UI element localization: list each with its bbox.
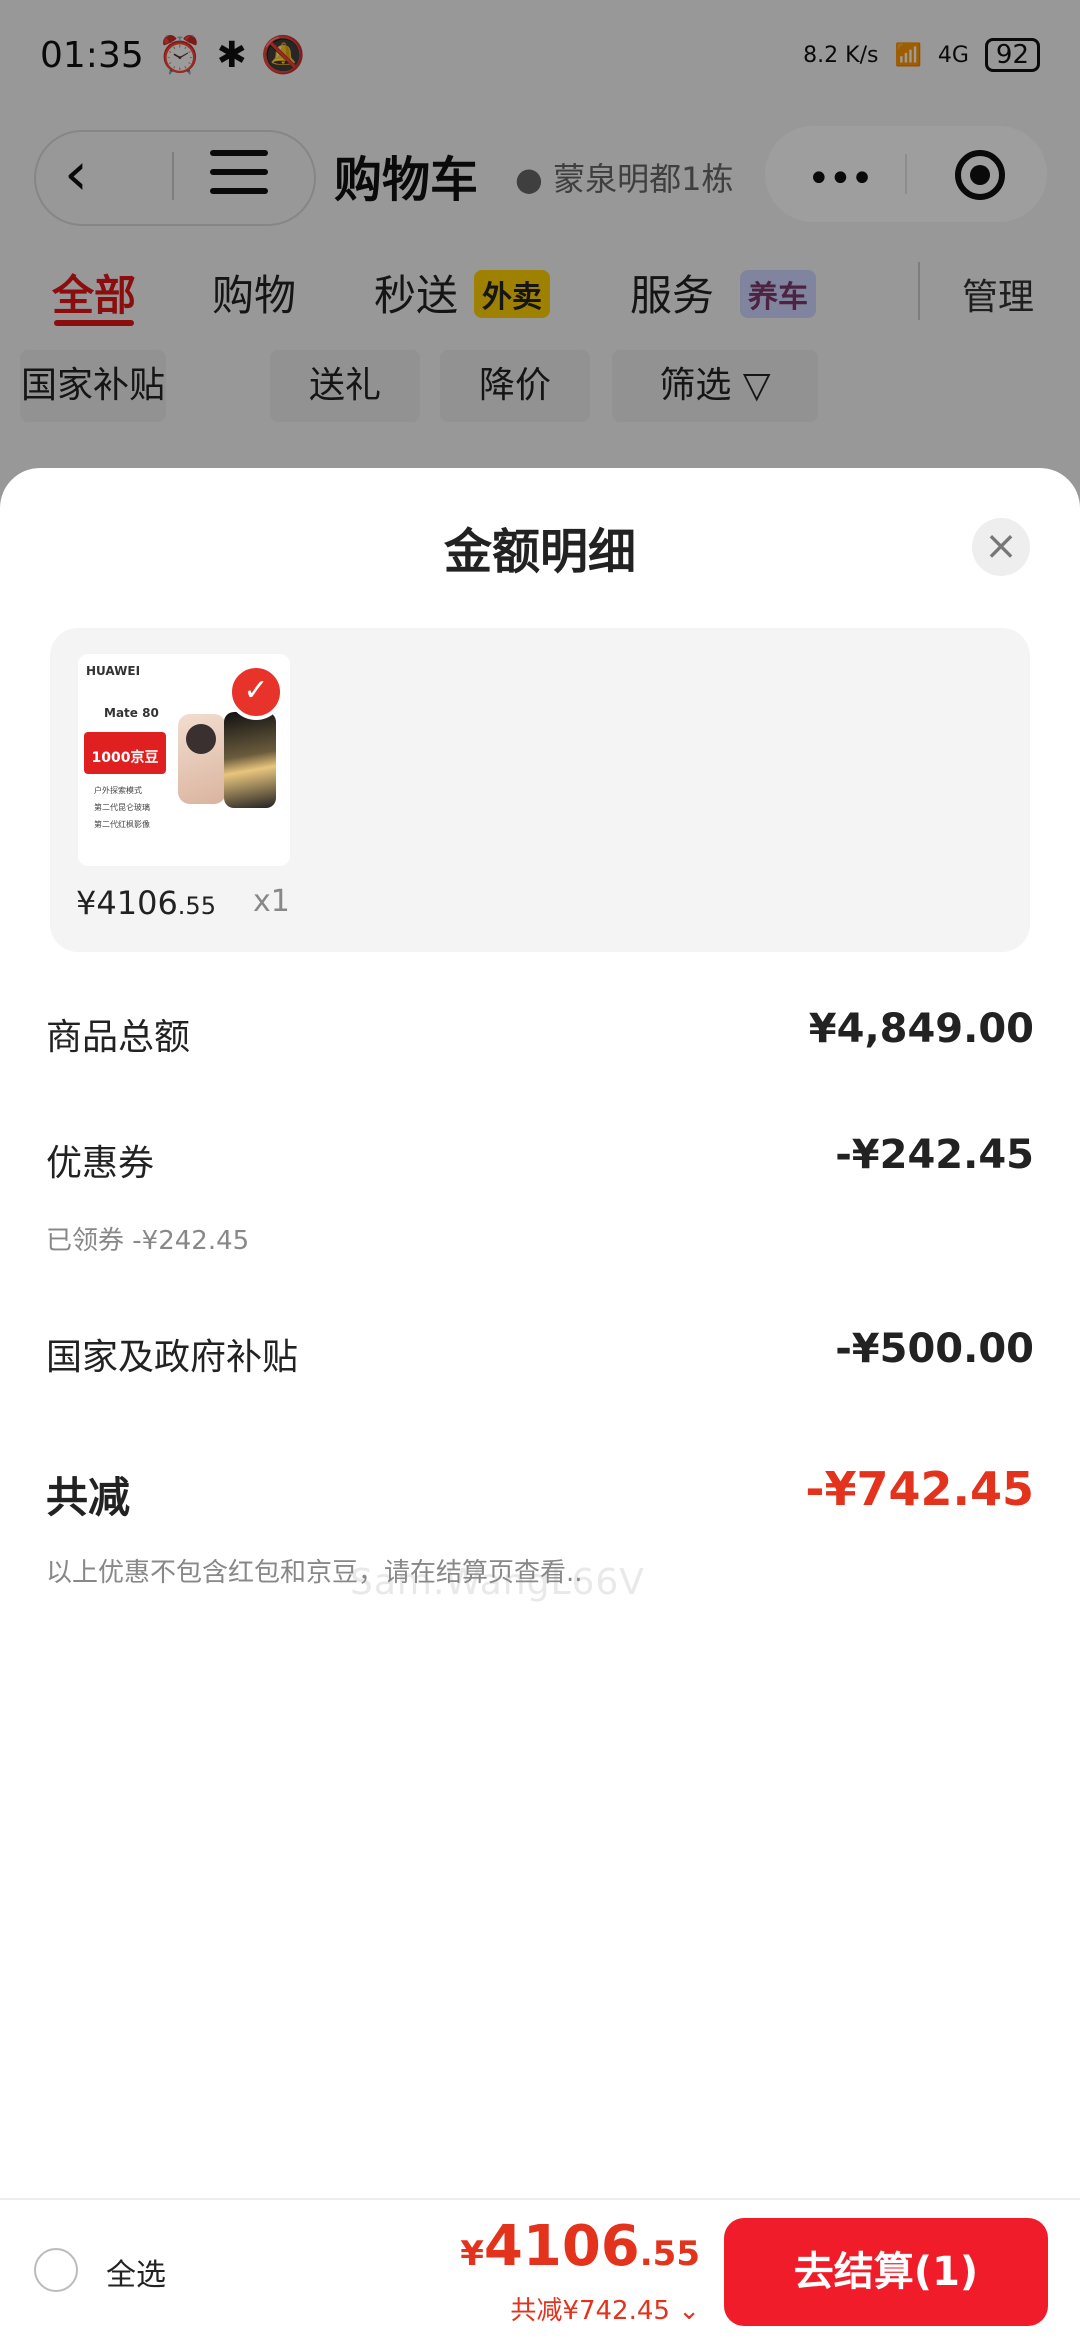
coupon-value: -¥242.45 (835, 1132, 1034, 1178)
product-feature: 第二代昆仑玻璃 (94, 803, 150, 812)
product-image[interactable]: HUAWEI Mate 80 1000京豆 户外探索模式 第二代昆仑玻璃 第二代… (78, 654, 290, 866)
sum-price: ¥4106.55 (460, 2214, 700, 2279)
coupon-subtext: 已领券 -¥242.45 (46, 1226, 250, 1256)
product-quantity: x1 (253, 884, 290, 919)
product-feature: 第二代红枫影像 (94, 820, 150, 829)
total-reduction-label: 共减 (46, 1473, 131, 1522)
goods-total-value: ¥4,849.00 (808, 1006, 1034, 1052)
subsidy-label: 国家及政府补贴 (46, 1337, 299, 1378)
discount-note: 以上优惠不包含红包和京豆，请在结算页查看.. (46, 1558, 583, 1588)
phone-back-image (178, 714, 226, 804)
chevron-down-icon: ⌄ (678, 2296, 700, 2326)
checkmark-icon[interactable]: ✓ (228, 664, 284, 720)
close-icon[interactable]: × (972, 518, 1030, 576)
product-brand: HUAWEI (86, 664, 141, 678)
coupon-label: 优惠券 (46, 1143, 155, 1184)
amount-detail-sheet: 金额明细 × HUAWEI Mate 80 1000京豆 户外探索模式 第二代昆… (0, 468, 1080, 2198)
goods-total-label: 商品总额 (46, 1017, 191, 1058)
select-all-radio[interactable] (34, 2248, 78, 2292)
checkout-bar: 全选 ¥4106.55 共减¥742.45 ⌄ 去结算(1) (0, 2198, 1080, 2340)
select-all-label[interactable]: 全选 (106, 2250, 166, 2294)
product-promo: 1000京豆 (84, 732, 166, 774)
total-reduction-value: -¥742.45 (805, 1462, 1034, 1516)
product-feature: 户外探索模式 (94, 786, 142, 795)
product-model: Mate 80 (104, 706, 159, 720)
sheet-title: 金额明细 (443, 524, 636, 580)
product-card: HUAWEI Mate 80 1000京豆 户外探索模式 第二代昆仑玻璃 第二代… (50, 628, 1030, 952)
subsidy-value: -¥500.00 (835, 1326, 1034, 1372)
sum-reduce-toggle[interactable]: 共减¥742.45 ⌄ (510, 2290, 700, 2327)
phone-front-image (224, 712, 276, 808)
checkout-button[interactable]: 去结算(1) (724, 2218, 1048, 2326)
product-price: ¥4106.55 (76, 884, 216, 922)
